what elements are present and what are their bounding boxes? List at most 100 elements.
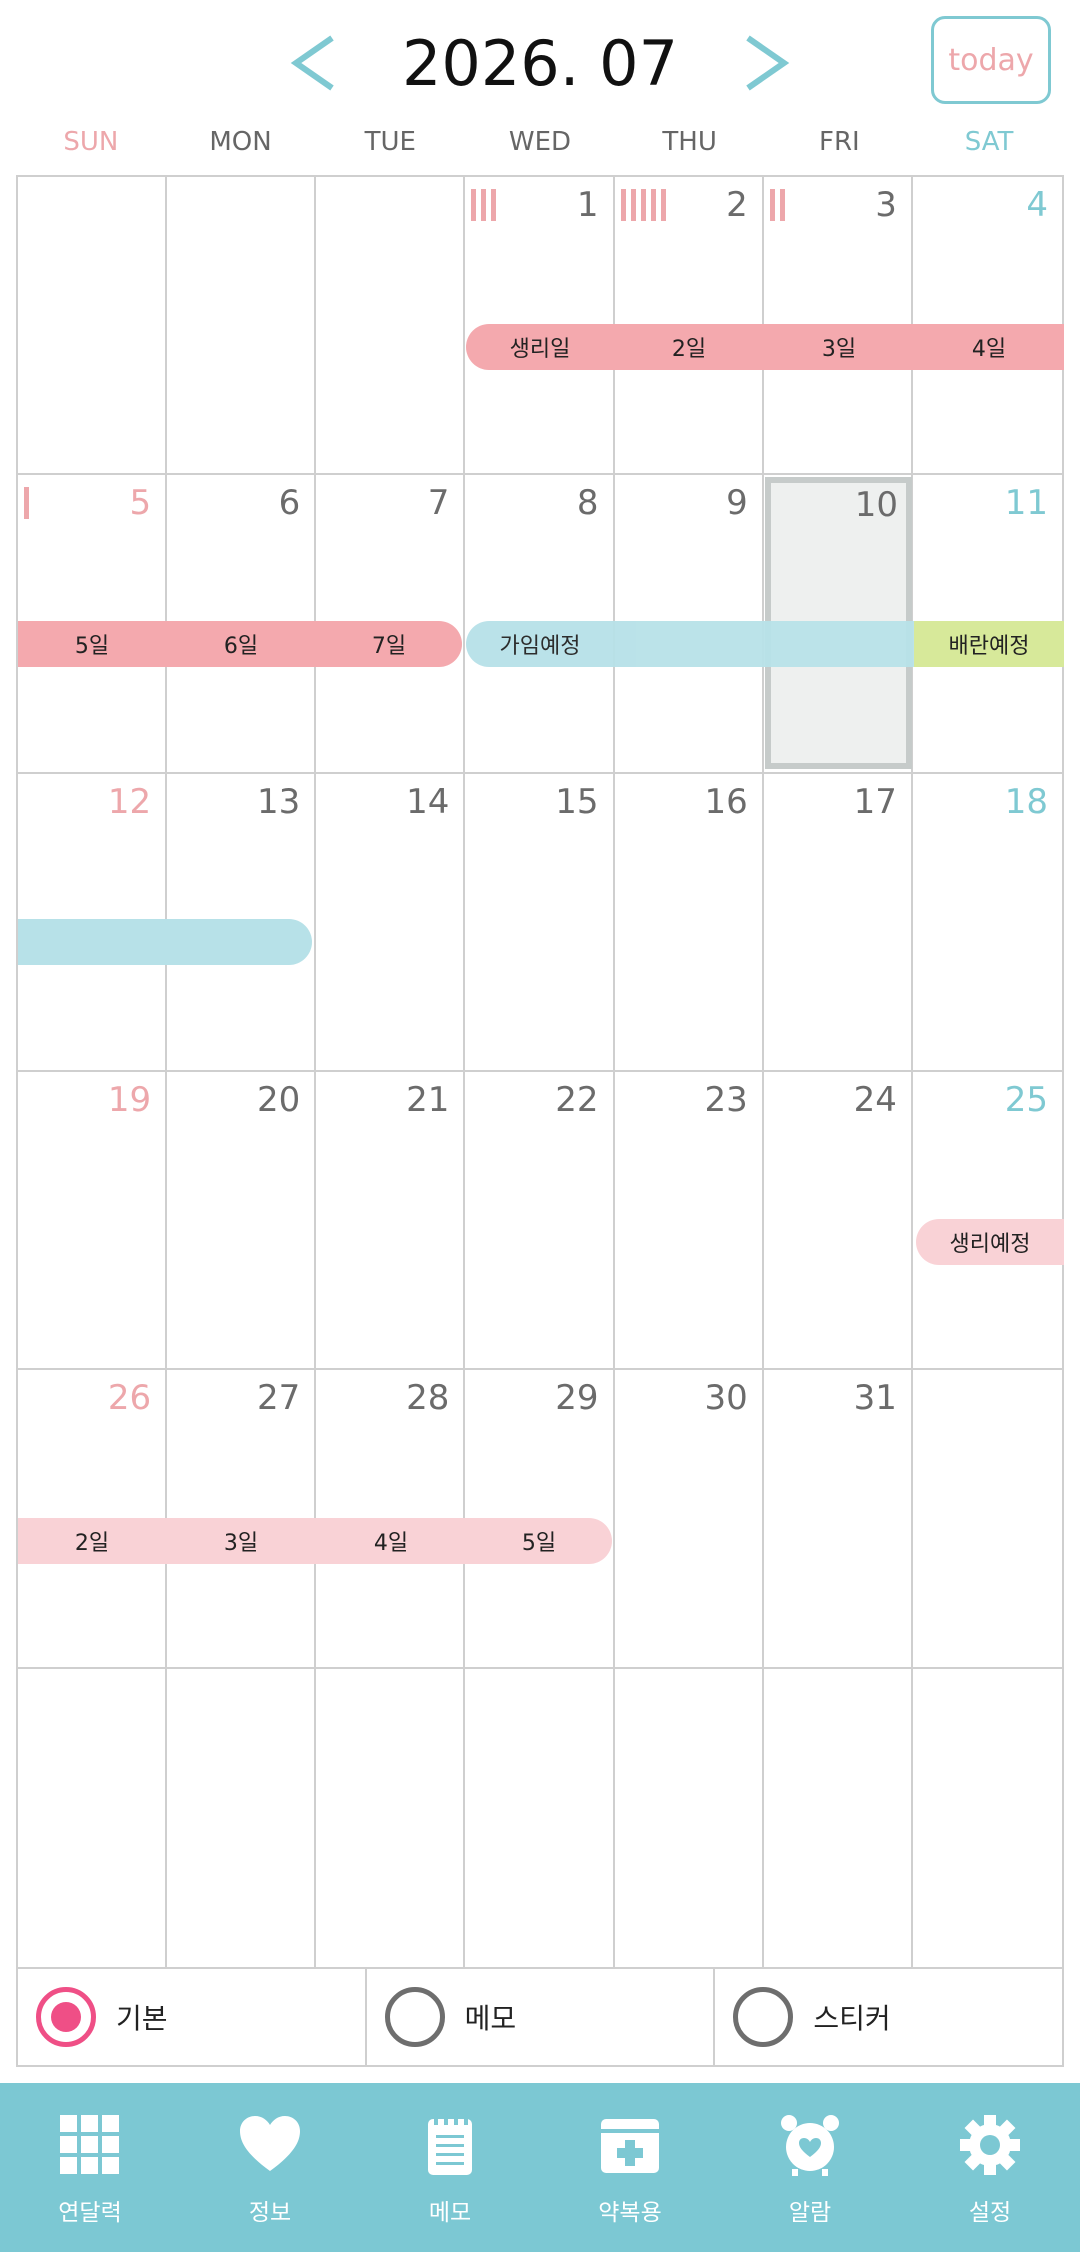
prev-month-button[interactable]: [284, 28, 344, 98]
day-number: 8: [576, 483, 599, 524]
tally-marks: [769, 189, 785, 223]
weekday-fri: FRI: [819, 127, 860, 157]
day-cell-22[interactable]: 22: [465, 1072, 615, 1371]
tally-mark: [779, 189, 785, 221]
tab-settings[interactable]: 설정: [900, 2083, 1080, 2252]
calendar-grid: 1 2 3 4 5 6 7 8 9 11 12 13 14 15 16 17 1…: [16, 175, 1064, 1969]
month-title: 2026. 07: [401, 27, 679, 100]
ovulation-bar[interactable]: 배란예정: [914, 621, 1064, 667]
day-cell-empty[interactable]: [615, 1668, 764, 1967]
tally-mark: [491, 189, 497, 221]
tally-marks: [620, 189, 666, 223]
day-cell-21[interactable]: 21: [316, 1072, 466, 1371]
radio-unselected-icon: [733, 1987, 794, 2047]
day-cell-empty[interactable]: [316, 1668, 466, 1967]
day-number: 10: [854, 485, 898, 525]
heart-icon: [240, 2116, 300, 2171]
weekday-mon: MON: [209, 127, 272, 157]
day-cell-empty[interactable]: [316, 177, 466, 476]
day-cell-16[interactable]: 16: [614, 773, 764, 1072]
day-number: 3: [875, 185, 897, 225]
tab-label: 알람: [788, 2200, 832, 2226]
mode-memo[interactable]: 메모: [364, 1969, 714, 2065]
tally-mark: [24, 487, 29, 520]
event-label: 4일: [971, 337, 1007, 362]
day-cell-31[interactable]: 31: [763, 1370, 913, 1669]
day-number: 22: [555, 1080, 599, 1120]
tab-label: 설정: [968, 2200, 1012, 2226]
day-cell-20[interactable]: 20: [167, 1072, 317, 1371]
event-label: 3일: [821, 337, 857, 362]
weekday-header: SUN MON TUE WED THU FRI SAT: [16, 122, 1064, 174]
fertile-window-bar[interactable]: [18, 919, 312, 965]
gear-icon: [960, 2115, 1020, 2175]
event-label: 5일: [74, 634, 110, 659]
day-number: 20: [257, 1080, 301, 1120]
tally-mark: [660, 189, 666, 221]
day-number: 6: [278, 483, 301, 524]
event-label: 2일: [671, 337, 707, 362]
day-cell-18[interactable]: 18: [912, 774, 1062, 1072]
event-label: 3일: [223, 1531, 259, 1556]
day-number: 1: [576, 185, 599, 225]
period-bar[interactable]: 생리일 2일 3일 4일: [466, 324, 1064, 370]
day-number: 31: [853, 1378, 897, 1419]
day-cell-empty[interactable]: [18, 177, 168, 476]
tally-mark: [481, 189, 487, 221]
expected-period-bar[interactable]: 2일 3일 4일 5일: [18, 1518, 612, 1564]
day-number: 26: [107, 1378, 152, 1419]
mode-label: 메모: [464, 2002, 517, 2035]
tally-marks: [24, 487, 29, 521]
tally-mark: [471, 189, 477, 221]
day-cell-empty[interactable]: [764, 1668, 913, 1967]
day-cell-empty[interactable]: [167, 177, 317, 476]
mode-sticker[interactable]: 스티커: [713, 1969, 1062, 2065]
day-cell-empty[interactable]: [465, 1668, 615, 1967]
day-cell-19[interactable]: 19: [18, 1072, 168, 1371]
tab-alarm[interactable]: 알람: [720, 2083, 900, 2252]
day-number: 17: [853, 781, 897, 822]
event-label: 4일: [373, 1531, 409, 1556]
tab-calendar[interactable]: 연달력: [0, 2083, 180, 2252]
day-cell-17[interactable]: 17: [763, 773, 913, 1072]
today-button[interactable]: today: [931, 16, 1051, 104]
day-cell-24[interactable]: 24: [763, 1072, 913, 1371]
event-label: 생리예정: [949, 1232, 1031, 1257]
event-label: 가임예정: [499, 634, 581, 659]
period-bar[interactable]: 5일 6일 7일: [18, 621, 462, 667]
day-number: 19: [107, 1080, 152, 1120]
day-cell-15[interactable]: 15: [465, 773, 615, 1072]
tab-medicine[interactable]: 약복용: [540, 2083, 720, 2252]
tab-memo[interactable]: 메모: [360, 2083, 540, 2252]
weekday-wed: WED: [508, 127, 572, 157]
calendar-grid-icon: [60, 2115, 119, 2174]
event-label: 7일: [371, 634, 407, 659]
expected-period-bar[interactable]: 생리예정: [916, 1219, 1064, 1265]
tab-info[interactable]: 정보: [180, 2083, 360, 2252]
day-cell-30[interactable]: 30: [614, 1370, 764, 1669]
event-label: 5일: [521, 1531, 557, 1556]
next-month-button[interactable]: [736, 28, 796, 98]
tally-mark: [630, 189, 636, 221]
day-number: 29: [555, 1378, 599, 1419]
weekday-tue: TUE: [364, 127, 416, 157]
day-cell-empty[interactable]: [913, 1669, 1062, 1967]
day-number: 7: [427, 483, 450, 524]
day-cell-23[interactable]: 23: [614, 1072, 764, 1371]
mode-basic[interactable]: 기본: [18, 1969, 365, 2065]
day-cell-empty[interactable]: [18, 1668, 168, 1967]
tab-label: 메모: [428, 2200, 472, 2226]
day-cell-empty[interactable]: [167, 1668, 317, 1967]
radio-unselected-icon: [384, 1987, 445, 2047]
medicine-box-icon: [601, 2119, 659, 2173]
day-number: 15: [555, 781, 599, 822]
day-cell-empty[interactable]: [912, 1370, 1062, 1669]
weekday-thu: THU: [662, 127, 717, 157]
event-label: 2일: [74, 1531, 110, 1556]
alarm-clock-icon: [781, 2115, 839, 2176]
fertile-window-bar[interactable]: 가임예정: [466, 621, 914, 667]
radio-selected-icon: [36, 1987, 96, 2047]
day-number: 14: [406, 781, 450, 822]
chevron-right-icon: [746, 35, 790, 91]
day-cell-14[interactable]: 14: [316, 773, 466, 1072]
